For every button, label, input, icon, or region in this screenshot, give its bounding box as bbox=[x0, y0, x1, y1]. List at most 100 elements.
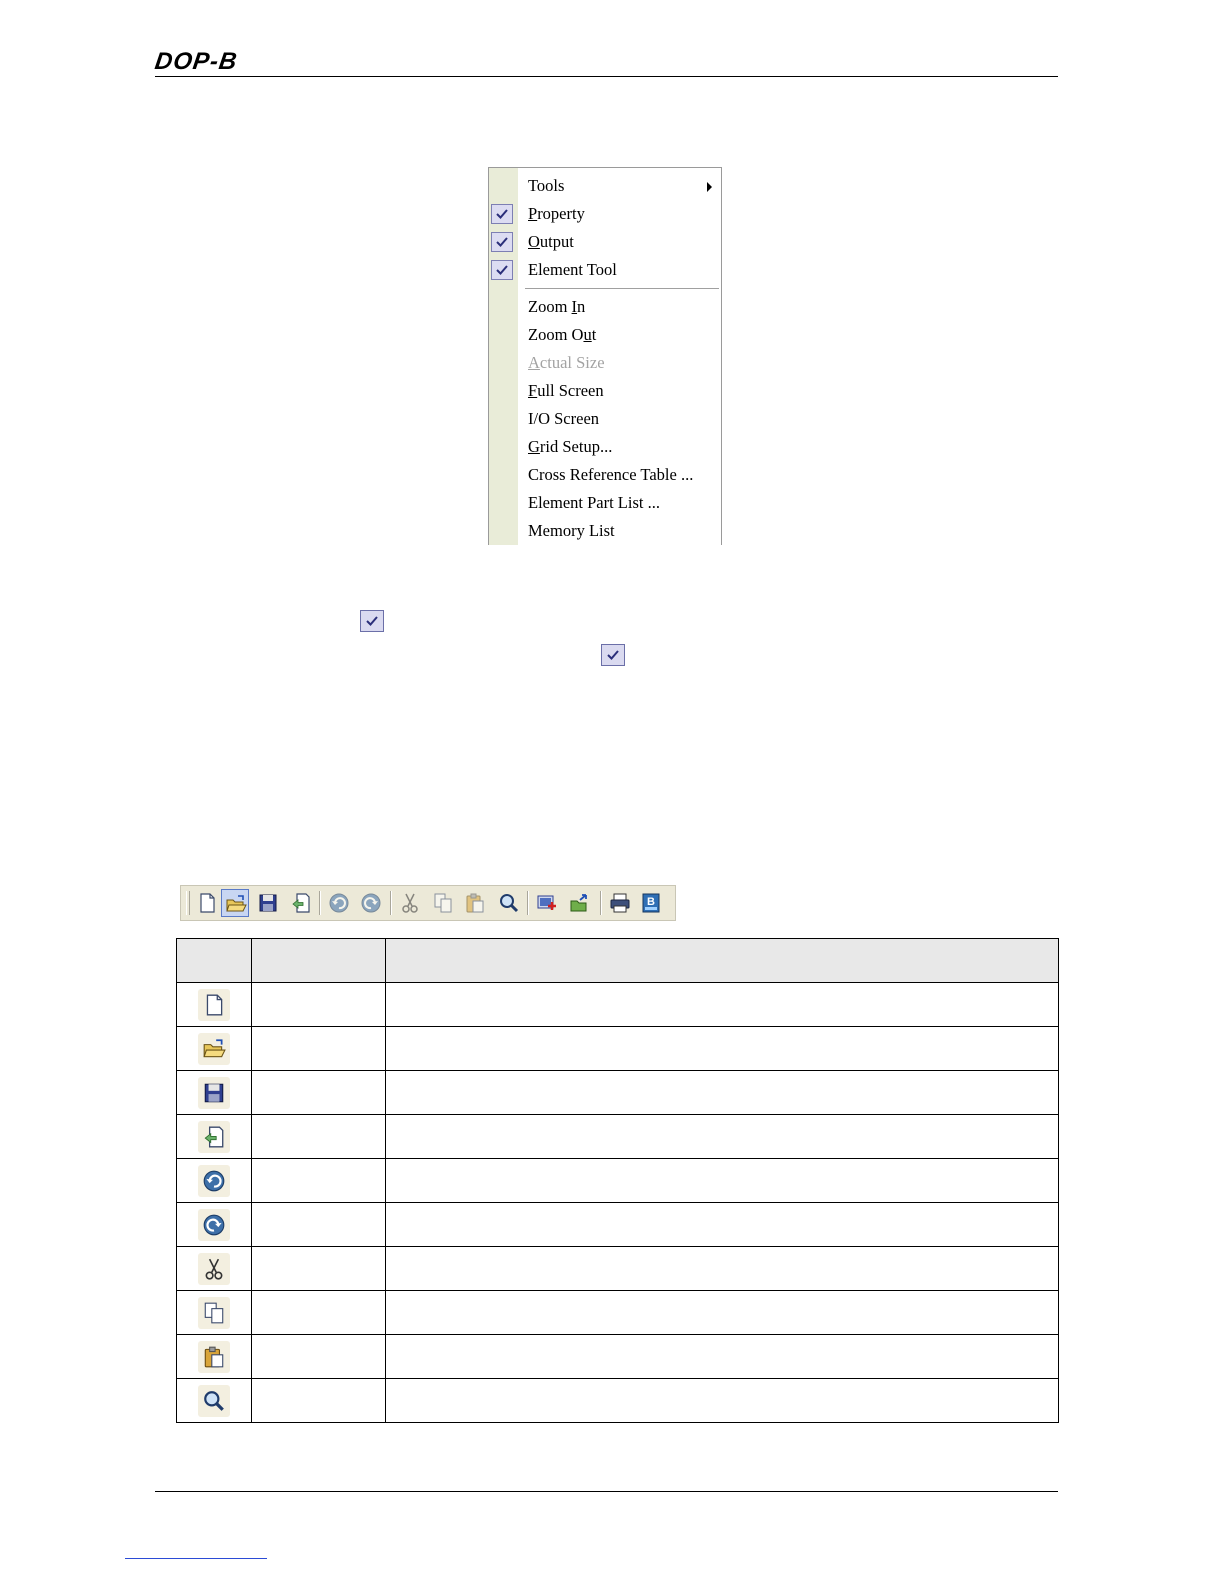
table-cell-description bbox=[385, 1026, 1059, 1071]
menu-item-label: Property bbox=[528, 204, 585, 223]
header-rule bbox=[155, 76, 1058, 77]
toolbar-separator bbox=[600, 891, 602, 915]
table-row bbox=[176, 1114, 1059, 1159]
table-row bbox=[176, 1378, 1059, 1423]
menu-item-label: Memory List bbox=[528, 521, 615, 540]
menu-item-output[interactable]: Output bbox=[489, 228, 721, 256]
table-cell-name bbox=[251, 982, 386, 1027]
menu-item-element-tool[interactable]: Element Tool bbox=[489, 256, 721, 284]
menu-item-label: Cross Reference Table ... bbox=[528, 465, 694, 484]
menu-check-icon bbox=[491, 204, 513, 224]
table-cell-icon bbox=[176, 1158, 252, 1203]
toolbar-find-button[interactable] bbox=[495, 889, 523, 917]
table-cell-icon bbox=[176, 1070, 252, 1115]
menu-item-zoom-in[interactable]: Zoom In bbox=[489, 293, 721, 321]
table-cell-name bbox=[251, 1378, 386, 1423]
toolbar-export-button[interactable] bbox=[566, 889, 594, 917]
table-cell-icon bbox=[176, 1026, 252, 1071]
svg-text:B: B bbox=[647, 896, 655, 908]
mnemonic-letter: O bbox=[528, 232, 540, 251]
submenu-arrow-icon bbox=[707, 182, 712, 192]
menu-item-label: Zoom Out bbox=[528, 325, 597, 344]
mnemonic-letter: G bbox=[528, 437, 540, 456]
menu-separator bbox=[525, 288, 719, 289]
table-cell-name bbox=[251, 1246, 386, 1291]
menu-item-label: Element Tool bbox=[528, 260, 617, 279]
redo-icon bbox=[198, 1208, 230, 1241]
table-cell-icon bbox=[176, 1334, 252, 1379]
table-cell-name bbox=[251, 1114, 386, 1159]
menu-item-label: Full Screen bbox=[528, 381, 604, 400]
table-cell-icon bbox=[176, 1114, 252, 1159]
table-cell-description bbox=[385, 982, 1059, 1027]
menu-item-label: Actual Size bbox=[528, 353, 605, 372]
table-header-row bbox=[176, 938, 1059, 983]
checked-checkbox-icon bbox=[601, 644, 625, 666]
table-cell-description bbox=[385, 1290, 1059, 1335]
undo-icon bbox=[198, 1164, 230, 1197]
menu-item-memory-list[interactable]: Memory List bbox=[489, 517, 721, 545]
table-header-icon bbox=[176, 938, 252, 983]
menu-item-label: Output bbox=[528, 232, 574, 251]
toolbar-close-file-button[interactable] bbox=[287, 889, 315, 917]
menu-item-tools[interactable]: Tools bbox=[489, 172, 721, 200]
table-row bbox=[176, 1026, 1059, 1071]
menu-item-label: I/O Screen bbox=[528, 409, 600, 428]
table-cell-name bbox=[251, 1202, 386, 1247]
table-cell-description bbox=[385, 1070, 1059, 1115]
menu-item-grid-setup[interactable]: Grid Setup... bbox=[489, 433, 721, 461]
toolbar-open-folder-button[interactable] bbox=[221, 889, 249, 917]
paste-icon bbox=[198, 1340, 230, 1373]
menu-item-full-screen[interactable]: Full Screen bbox=[489, 377, 721, 405]
mnemonic-letter: P bbox=[528, 204, 538, 223]
toolbar-separator bbox=[527, 891, 529, 915]
toolbar-import-button[interactable] bbox=[533, 889, 561, 917]
find-icon bbox=[198, 1384, 230, 1417]
table-cell-name bbox=[251, 1158, 386, 1203]
table-cell-description bbox=[385, 1158, 1059, 1203]
table-cell-name bbox=[251, 1290, 386, 1335]
table-cell-description bbox=[385, 1114, 1059, 1159]
checked-checkbox-icon bbox=[360, 610, 384, 632]
table-row bbox=[176, 1290, 1059, 1335]
footer-link-underline bbox=[125, 1558, 267, 1559]
table-cell-icon bbox=[176, 982, 252, 1027]
footer-rule bbox=[155, 1491, 1058, 1492]
toolbar-grip[interactable] bbox=[186, 891, 190, 915]
toolbar-copy-button bbox=[429, 889, 457, 917]
menu-item-cross-reference-table[interactable]: Cross Reference Table ... bbox=[489, 461, 721, 489]
menu-item-i-o-screen[interactable]: I/O Screen bbox=[489, 405, 721, 433]
table-row bbox=[176, 1334, 1059, 1379]
table-row bbox=[176, 982, 1059, 1027]
table-cell-description bbox=[385, 1378, 1059, 1423]
menu-item-property[interactable]: Property bbox=[489, 200, 721, 228]
standard-toolbar: B bbox=[180, 885, 676, 921]
toolbar-save-button[interactable] bbox=[254, 889, 282, 917]
table-cell-description bbox=[385, 1246, 1059, 1291]
table-header-name bbox=[251, 938, 386, 983]
menu-item-label: Tools bbox=[528, 176, 565, 195]
table-cell-description bbox=[385, 1334, 1059, 1379]
table-cell-name bbox=[251, 1334, 386, 1379]
save-icon bbox=[198, 1076, 230, 1109]
toolbar-build-button[interactable]: B bbox=[637, 889, 665, 917]
table-cell-icon bbox=[176, 1378, 252, 1423]
mnemonic-letter: I bbox=[571, 297, 578, 316]
table-cell-name bbox=[251, 1070, 386, 1115]
table-row bbox=[176, 1246, 1059, 1291]
cut-icon bbox=[198, 1252, 230, 1285]
menu-item-zoom-out[interactable]: Zoom Out bbox=[489, 321, 721, 349]
table-cell-icon bbox=[176, 1246, 252, 1291]
toolbar-print-button[interactable] bbox=[606, 889, 634, 917]
menu-item-label: Grid Setup... bbox=[528, 437, 613, 456]
menu-item-element-part-list[interactable]: Element Part List ... bbox=[489, 489, 721, 517]
toolbar-paste-button bbox=[461, 889, 489, 917]
table-cell-icon bbox=[176, 1202, 252, 1247]
toolbar-new-file-button[interactable] bbox=[193, 889, 221, 917]
mnemonic-letter: A bbox=[528, 353, 540, 372]
copy-icon bbox=[198, 1296, 230, 1329]
table-row bbox=[176, 1070, 1059, 1115]
table-cell-icon bbox=[176, 1290, 252, 1335]
open-folder-icon bbox=[198, 1032, 230, 1065]
menu-check-icon bbox=[491, 260, 513, 280]
